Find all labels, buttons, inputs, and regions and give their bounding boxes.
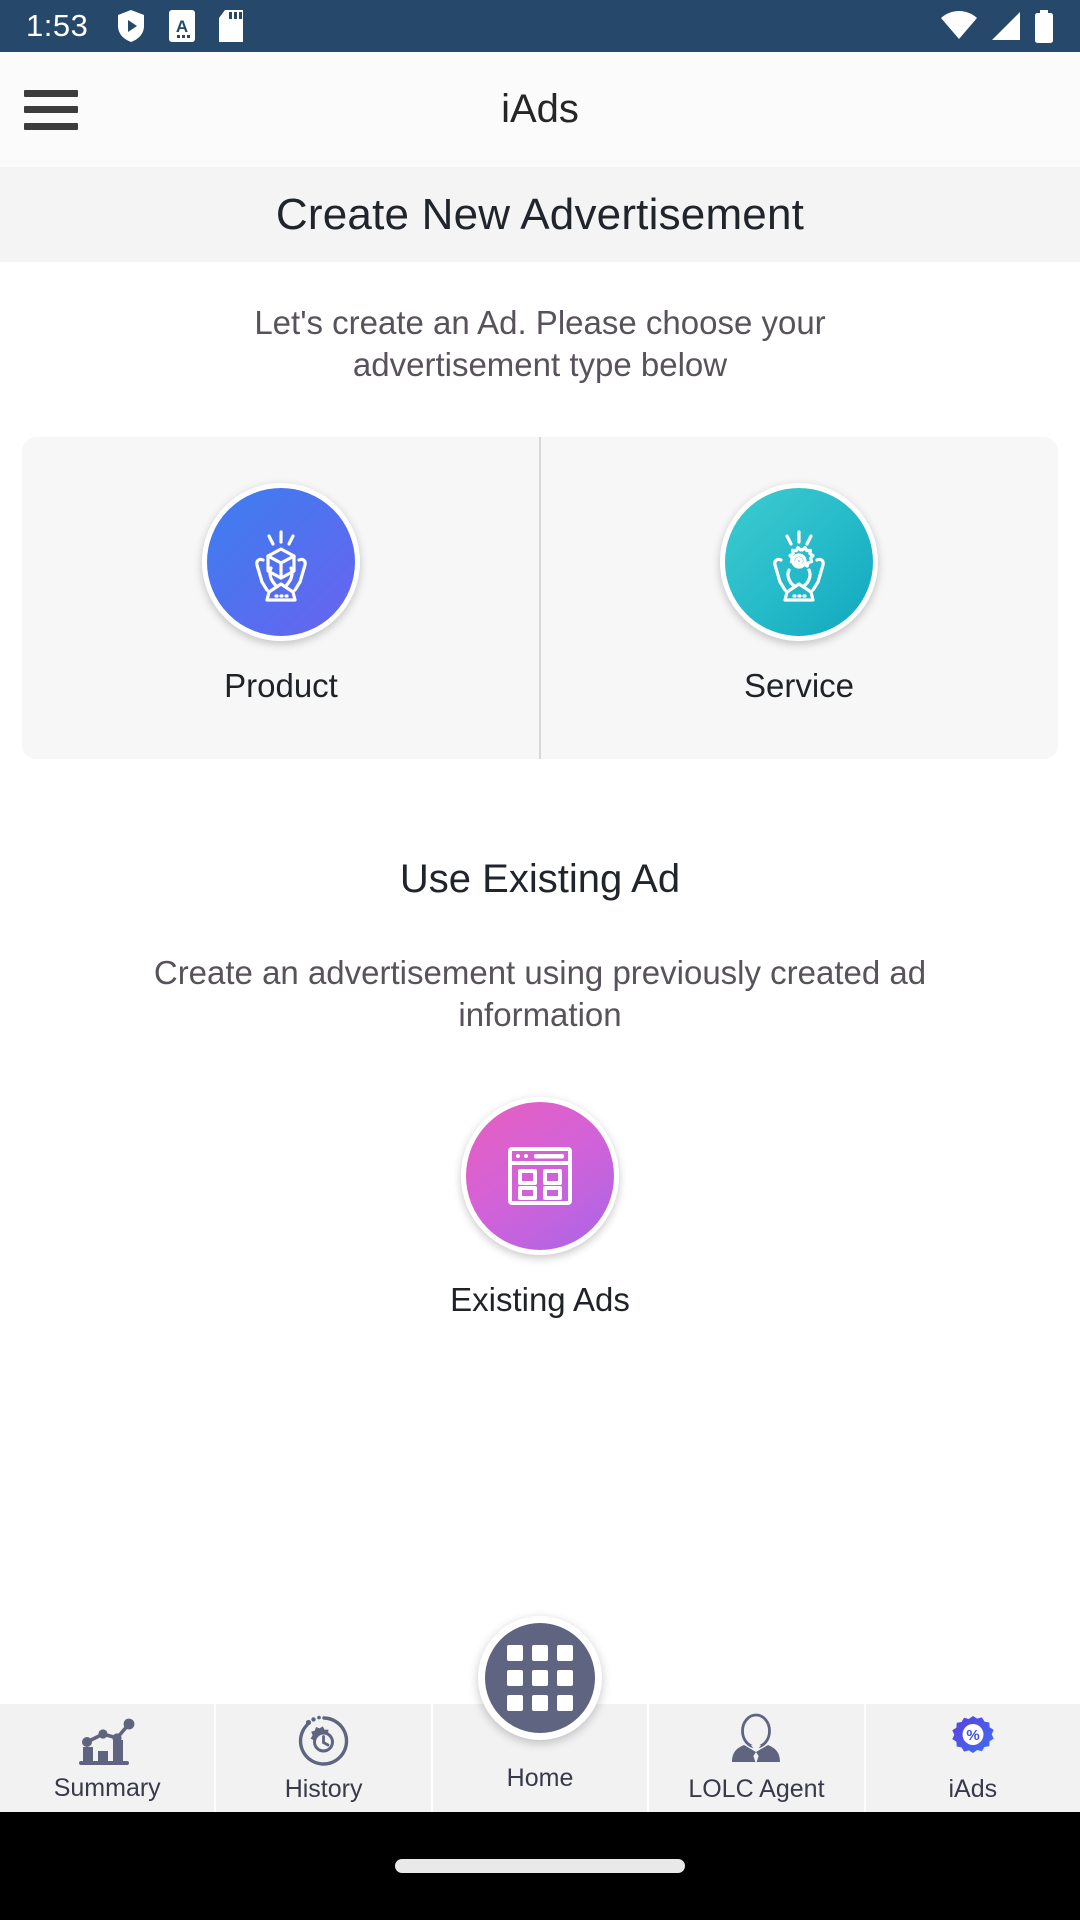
- nav-item-home-label: Home: [506, 1764, 574, 1792]
- system-gesture-bar: [0, 1812, 1080, 1920]
- app-title: iAds: [501, 87, 579, 131]
- gesture-home-pill[interactable]: [395, 1859, 685, 1873]
- ad-type-product[interactable]: Product: [22, 437, 540, 759]
- card-divider: [539, 437, 541, 760]
- app-screen: 1:53 A iAds Create New Advertisement Let…: [0, 0, 1080, 1920]
- status-bar: 1:53 A: [0, 0, 1080, 52]
- grid-apps-icon[interactable]: [478, 1616, 603, 1740]
- existing-ads-label: Existing Ads: [450, 1281, 630, 1319]
- svg-text:%: %: [966, 1727, 979, 1744]
- app-bar: iAds: [0, 52, 1080, 167]
- play-protect-shield-icon: [118, 10, 145, 42]
- status-bar-system-icons: [940, 9, 1054, 43]
- cellular-signal-icon: [992, 12, 1020, 40]
- nav-item-iads[interactable]: % iAds: [866, 1704, 1080, 1812]
- nav-item-home[interactable]: Home: [433, 1616, 650, 1812]
- hands-holding-gear-icon: [720, 483, 878, 642]
- svg-text:A: A: [176, 17, 188, 36]
- ad-type-service-label: Service: [743, 667, 855, 705]
- existing-ad-section-description: Create an advertisement using previously…: [153, 954, 927, 1033]
- nav-item-lolc-agent-label: LOLC Agent: [688, 1775, 825, 1803]
- status-bar-clock: 1:53: [26, 8, 89, 43]
- ad-type-service[interactable]: Service: [540, 437, 1058, 759]
- bar-chart-trend-icon: [79, 1718, 135, 1765]
- battery-icon: [1035, 9, 1053, 43]
- nav-item-summary[interactable]: Summary: [0, 1704, 217, 1812]
- page-title: Create New Advertisement: [275, 189, 805, 239]
- bottom-navigation-bar: Summary History Home LOLC Agent % iAds: [0, 1616, 1080, 1812]
- nav-item-summary-label: Summary: [53, 1774, 161, 1802]
- percent-badge-icon: %: [952, 1716, 994, 1753]
- hamburger-line: [24, 122, 78, 130]
- sd-card-icon: [219, 10, 244, 42]
- status-bar-notification-icons: A: [116, 9, 244, 43]
- ad-type-product-label: Product: [224, 667, 338, 705]
- ad-type-card: Product Service: [22, 437, 1058, 760]
- hamburger-line: [24, 89, 78, 97]
- page-title-band: Create New Advertisement: [0, 167, 1080, 262]
- wifi-icon: [941, 11, 977, 39]
- nav-item-iads-label: iAds: [948, 1775, 998, 1803]
- existing-ad-section-title: Use Existing Ad: [399, 857, 681, 902]
- document-a-icon: A: [169, 10, 196, 42]
- existing-ads-button[interactable]: Existing Ads: [0, 1097, 1080, 1319]
- hands-holding-cube-icon: [202, 483, 360, 642]
- nav-item-history[interactable]: History: [216, 1704, 433, 1812]
- grid-apps-dots: [507, 1645, 574, 1711]
- person-suit-icon: [732, 1713, 781, 1764]
- nav-item-lolc-agent[interactable]: LOLC Agent: [649, 1704, 866, 1812]
- clock-gear-history-icon: [298, 1715, 348, 1766]
- nav-item-history-label: History: [284, 1775, 363, 1803]
- hamburger-menu-icon[interactable]: [24, 89, 78, 130]
- page-subtitle: Let's create an Ad. Please choose your a…: [254, 304, 826, 383]
- browser-window-grid-icon: [461, 1097, 619, 1256]
- hamburger-line: [24, 106, 78, 113]
